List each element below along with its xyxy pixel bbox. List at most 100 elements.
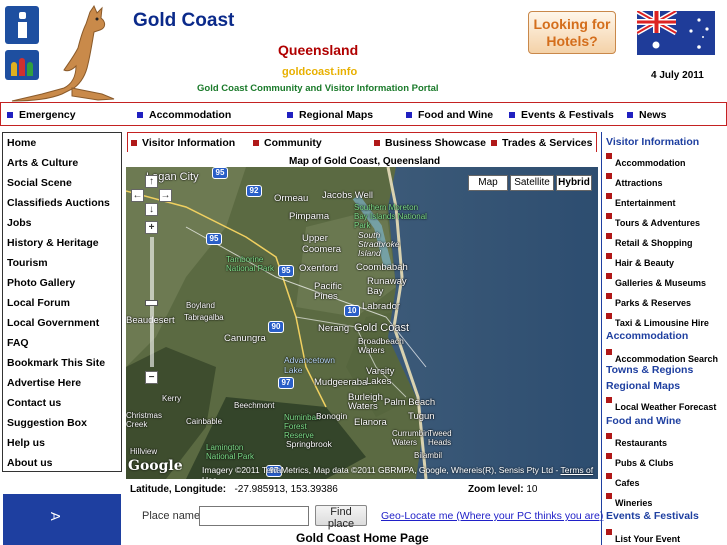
sidebar-link[interactable]: Taxi & Limousine Hire: [606, 313, 709, 328]
sidebar-link-label: Attractions: [615, 178, 663, 188]
highway-shield: 90: [268, 321, 284, 333]
subnav-business-showcase[interactable]: Business Showcase: [374, 137, 486, 149]
sidebar-link[interactable]: Galleries & Museums: [606, 273, 706, 288]
find-place-button[interactable]: Find place: [315, 505, 367, 530]
sidebar-link[interactable]: Pubs & Clubs: [606, 453, 674, 468]
place-name-input[interactable]: [199, 506, 309, 526]
bullet-icon: [606, 173, 612, 179]
sidebar-link[interactable]: Entertainment: [606, 193, 676, 208]
sidebar-heading[interactable]: Food and Wine: [606, 415, 681, 427]
subnav-trades-services[interactable]: Trades & Services: [491, 137, 592, 149]
pan-down-button[interactable]: ↓: [145, 203, 158, 216]
promo-banner[interactable]: A: [3, 494, 121, 545]
map-label: Tugun: [408, 411, 435, 422]
map-type-hybrid-button[interactable]: Hybrid: [556, 175, 592, 191]
sidebar-heading[interactable]: Visitor Information: [606, 136, 699, 148]
sidebar-link[interactable]: Attractions: [606, 173, 663, 188]
sidebar-heading[interactable]: Towns & Regions: [606, 364, 693, 376]
geolocate-link[interactable]: Geo-Locate me (Where your PC thinks you …: [381, 510, 603, 522]
leftnav-item[interactable]: Bookmark This Site: [7, 357, 105, 369]
subnav-label: Trades & Services: [502, 137, 593, 149]
page-date: 4 July 2011: [651, 70, 704, 81]
bullet-icon: [131, 140, 137, 146]
leftnav-item[interactable]: Arts & Culture: [7, 157, 78, 169]
site-domain: goldcoast.info: [282, 66, 358, 78]
map-label: Christmas Creek: [126, 411, 163, 429]
bullet-icon: [606, 397, 612, 403]
highway-shield: 97: [278, 377, 294, 389]
zoom-in-button[interactable]: +: [145, 221, 158, 234]
pan-right-button[interactable]: →: [159, 189, 172, 202]
bullet-icon: [606, 453, 612, 459]
sidebar-link[interactable]: Cafes: [606, 473, 640, 488]
zoom-out-button[interactable]: −: [145, 371, 158, 384]
sidebar-link[interactable]: Wineries: [606, 493, 652, 508]
map-label: Broadbeach Waters: [358, 336, 404, 355]
map-view[interactable]: Logan City Ormeau Jacobs Well Pimpama So…: [126, 167, 598, 479]
leftnav-item[interactable]: Help us: [7, 437, 45, 449]
site-tagline: Gold Coast Community and Visitor Informa…: [197, 83, 439, 94]
sidebar-link[interactable]: Parks & Reserves: [606, 293, 691, 308]
sidebar-link[interactable]: Restaurants: [606, 433, 667, 448]
map-type-map-button[interactable]: Map: [468, 175, 508, 191]
zoom-label: Zoom level:: [468, 484, 524, 495]
leftnav-item[interactable]: Social Scene: [7, 177, 72, 189]
bullet-icon: [509, 112, 515, 118]
sidebar-link[interactable]: Tours & Adventures: [606, 213, 701, 228]
leftnav-item[interactable]: Jobs: [7, 217, 32, 229]
map-label: Coombabah: [356, 262, 408, 273]
sidebar-link-label: Pubs & Clubs: [615, 458, 674, 468]
map-label: Springbrook: [286, 439, 332, 449]
sidebar-link-label: List Your Event: [615, 534, 681, 544]
map-attribution-text: Imagery ©2011 TerraMetrics, Map data ©20…: [202, 465, 559, 475]
sidebar-heading[interactable]: Regional Maps: [606, 380, 680, 392]
leftnav-item[interactable]: FAQ: [7, 337, 29, 349]
pan-left-button[interactable]: ←: [131, 189, 144, 202]
topnav-events-festivals[interactable]: Events & Festivals: [509, 109, 614, 121]
topnav-regional-maps[interactable]: Regional Maps: [287, 109, 373, 121]
hotels-button[interactable]: Looking for Hotels?: [528, 11, 616, 54]
sidebar-link[interactable]: Accommodation: [606, 153, 686, 168]
subnav-community[interactable]: Community: [253, 137, 322, 149]
bullet-icon: [606, 473, 612, 479]
leftnav-item[interactable]: Tourism: [7, 257, 48, 269]
sidebar-link[interactable]: Hair & Beauty: [606, 253, 674, 268]
map-label: Kerry: [162, 394, 182, 403]
topnav-accommodation[interactable]: Accommodation: [137, 109, 231, 121]
sidebar-heading[interactable]: Events & Festivals: [606, 510, 699, 522]
place-name-label: Place name:: [142, 510, 204, 522]
sidebar-heading[interactable]: Accommodation: [606, 330, 688, 342]
leftnav-item[interactable]: History & Heritage: [7, 237, 99, 249]
sidebar-link-label: Tours & Adventures: [615, 218, 701, 228]
topnav-emergency[interactable]: Emergency: [7, 109, 76, 121]
google-logo[interactable]: Google: [128, 458, 183, 474]
people-icon[interactable]: [5, 50, 39, 80]
leftnav-item[interactable]: Local Forum: [7, 297, 70, 309]
topnav-food-and-wine[interactable]: Food and Wine: [406, 109, 493, 121]
map-type-satellite-button[interactable]: Satellite: [510, 175, 554, 191]
pan-up-button[interactable]: ↑: [145, 175, 158, 188]
leftnav-item[interactable]: Classifieds Auctions: [7, 197, 110, 209]
leftnav-item[interactable]: Contact us: [7, 397, 61, 409]
leftnav-item[interactable]: Advertise Here: [7, 377, 81, 389]
leftnav-item[interactable]: Photo Gallery: [7, 277, 75, 289]
topnav-label: News: [639, 109, 667, 121]
leftnav-item[interactable]: Local Government: [7, 317, 99, 329]
site-title[interactable]: Gold Coast: [133, 10, 234, 32]
info-icon[interactable]: [5, 6, 39, 44]
sidebar-link[interactable]: Retail & Shopping: [606, 233, 693, 248]
zoom-slider-handle[interactable]: [145, 300, 158, 306]
sidebar-link[interactable]: Local Weather Forecast: [606, 397, 716, 412]
topnav-label: Regional Maps: [299, 109, 374, 121]
leftnav-item[interactable]: About us: [7, 457, 53, 469]
map-label: Pacific Pines: [314, 281, 342, 302]
sidebar-link[interactable]: Accommodation Search: [606, 349, 718, 364]
map-label: Palm Beach: [384, 397, 436, 408]
sidebar-link[interactable]: List Your Event: [606, 529, 681, 544]
leftnav-item[interactable]: Home: [7, 137, 36, 149]
topnav-news[interactable]: News: [627, 109, 666, 121]
bullet-icon: [606, 493, 612, 499]
leftnav-item[interactable]: Suggestion Box: [7, 417, 87, 429]
subnav-visitor-information[interactable]: Visitor Information: [131, 137, 235, 149]
bullet-icon: [406, 112, 412, 118]
